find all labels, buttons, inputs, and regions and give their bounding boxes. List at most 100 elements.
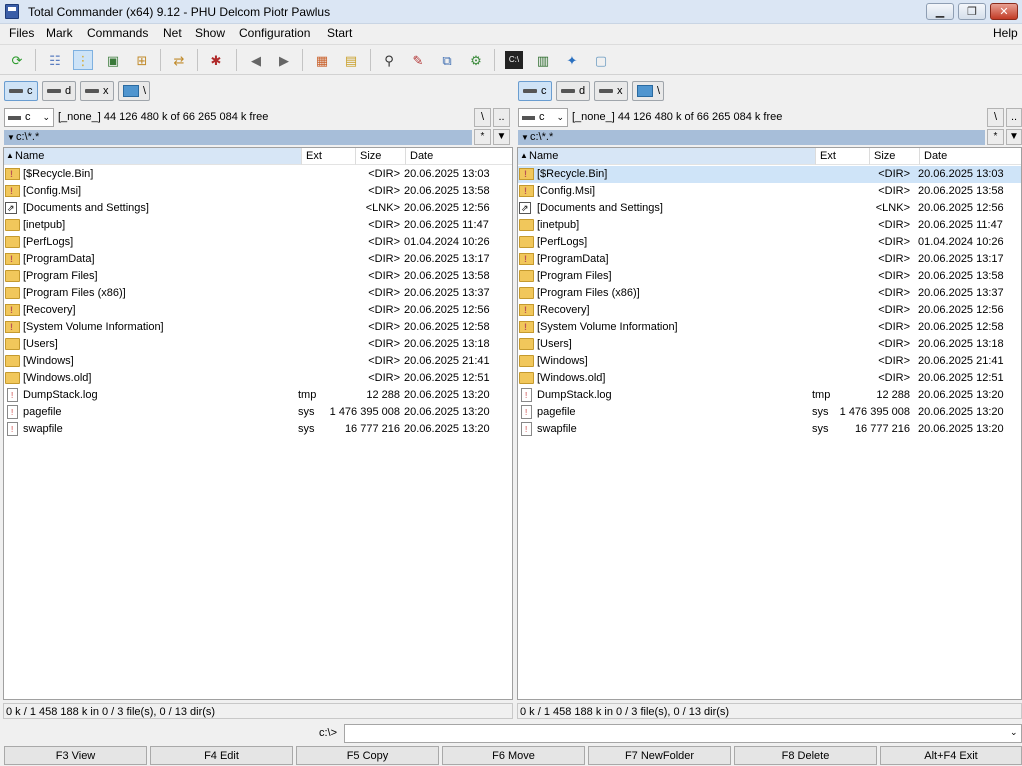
file-row[interactable]: swapfile sys 16 777 216 20.06.2025 13:20 xyxy=(518,421,1021,438)
column-header-date[interactable]: Date xyxy=(405,148,512,165)
f3-view-button[interactable]: F3 View xyxy=(4,746,147,765)
right-network-button[interactable]: \ xyxy=(632,81,664,101)
column-header-size[interactable]: Size xyxy=(355,148,405,165)
maximize-button[interactable]: ❐ xyxy=(958,3,986,20)
f7-newfolder-button[interactable]: F7 NewFolder xyxy=(588,746,731,765)
menu-commands[interactable]: Commands xyxy=(87,26,148,40)
f6-move-button[interactable]: F6 Move xyxy=(442,746,585,765)
right-drive-c-button[interactable]: c xyxy=(518,81,552,101)
file-row[interactable]: DumpStack.logtmp12 28820.06.2025 13:20 xyxy=(4,387,512,404)
right-favorites-button[interactable]: * xyxy=(987,129,1004,145)
file-row[interactable]: [Program Files (x86)] <DIR> 20.06.2025 13:… xyxy=(518,285,1021,302)
f4-edit-button[interactable]: F4 Edit xyxy=(150,746,293,765)
file-row[interactable]: [Config.Msi] <DIR> 20.06.2025 13:58 xyxy=(4,183,512,200)
back-icon[interactable]: ◀ xyxy=(247,51,265,69)
menu-configuration[interactable]: Configuration xyxy=(239,26,310,40)
file-row[interactable]: [Program Files] <DIR> 20.06.2025 13:58 xyxy=(4,268,512,285)
left-network-button[interactable]: \ xyxy=(118,81,150,101)
file-row[interactable]: [PerfLogs] <DIR> 01.04.2024 10:26 xyxy=(518,234,1021,251)
network-icon[interactable]: ▥ xyxy=(534,51,552,69)
left-file-panel[interactable]: ▲Name Ext Size Date [$Recycle.Bin] <DIR> 2… xyxy=(3,147,513,700)
file-row[interactable]: [$Recycle.Bin] <DIR> 20.06.2025 13:03 xyxy=(4,166,512,183)
menu-help[interactable]: Help xyxy=(993,26,1018,40)
file-row[interactable]: [ProgramData] <DIR> 20.06.2025 13:17 xyxy=(4,251,512,268)
file-row[interactable]: [PerfLogs] <DIR> 01.04.2024 10:26 xyxy=(4,234,512,251)
file-row[interactable]: pagefile sys 1 476 395 008 20.06.2025 13:20 xyxy=(4,404,512,421)
column-header-ext[interactable]: Ext xyxy=(301,148,355,165)
file-row[interactable]: [Windows] <DIR> 20.06.2025 21:41 xyxy=(4,353,512,370)
close-button[interactable]: ✕ xyxy=(990,3,1018,20)
file-row[interactable]: [Documents and Settings] <LNK> 20.06.2025 … xyxy=(518,200,1021,217)
file-row[interactable]: [Program Files (x86)] <DIR> 20.06.2025 13:… xyxy=(4,285,512,302)
menu-start[interactable]: Start xyxy=(327,26,352,40)
f5-copy-button[interactable]: F5 Copy xyxy=(296,746,439,765)
settings-icon[interactable]: ✦ xyxy=(563,51,581,69)
column-header-size[interactable]: Size xyxy=(869,148,919,165)
file-row[interactable]: swapfile sys 16 777 216 20.06.2025 13:20 xyxy=(4,421,512,438)
file-row[interactable]: [Windows.old] <DIR> 20.06.2025 12:51 xyxy=(518,370,1021,387)
menu-show[interactable]: Show xyxy=(195,26,225,40)
f8-delete-button[interactable]: F8 Delete xyxy=(734,746,877,765)
pack-icon[interactable]: ▦ xyxy=(313,51,331,69)
left-favorites-button[interactable]: * xyxy=(474,129,491,145)
file-row[interactable]: [Users] <DIR> 20.06.2025 13:18 xyxy=(4,336,512,353)
right-path-bar[interactable]: ▼ c:\*.* xyxy=(518,130,985,145)
file-row[interactable]: [ProgramData] <DIR> 20.06.2025 13:17 xyxy=(518,251,1021,268)
rename-tool-icon[interactable]: ✎ xyxy=(409,51,427,69)
left-drive-x-button[interactable]: x xyxy=(80,81,114,101)
column-header-name[interactable]: ▲ Name xyxy=(4,148,301,165)
file-row[interactable]: [Recovery] <DIR> 20.06.2025 12:56 xyxy=(4,302,512,319)
minimize-button[interactable]: ▁ xyxy=(926,3,954,20)
menu-net[interactable]: Net xyxy=(163,26,182,40)
left-drive-select[interactable]: c ⌄ xyxy=(4,108,54,127)
file-row[interactable]: [inetpub] <DIR> 20.06.2025 11:47 xyxy=(518,217,1021,234)
notepad-icon[interactable]: ▢ xyxy=(592,51,610,69)
menu-mark[interactable]: Mark xyxy=(46,26,73,40)
forward-icon[interactable]: ▶ xyxy=(275,51,293,69)
file-row[interactable]: [Documents and Settings] <LNK> 20.06.2025 … xyxy=(4,200,512,217)
command-line-input[interactable] xyxy=(344,724,1022,743)
find-icon[interactable]: ⚲ xyxy=(380,51,398,69)
file-row[interactable]: [Program Files] <DIR> 20.06.2025 13:58 xyxy=(518,268,1021,285)
right-file-panel[interactable]: ▲Name Ext Size Date [$Recycle.Bin] <DIR> 2… xyxy=(517,147,1022,700)
invert-selection-icon[interactable]: ⇄ xyxy=(170,51,188,69)
file-row[interactable]: DumpStack.logtmp12 28820.06.2025 13:20 xyxy=(518,387,1021,404)
left-up-button[interactable]: .. xyxy=(493,108,510,127)
left-drive-c-button[interactable]: c xyxy=(4,81,38,101)
ftp-icon[interactable]: ⚙ xyxy=(467,51,485,69)
column-header-name[interactable]: ▲ Name xyxy=(518,148,815,165)
thumbnails-icon[interactable]: ▣ xyxy=(104,51,122,69)
file-row[interactable]: pagefile sys 1 476 395 008 20.06.2025 13:20 xyxy=(518,404,1021,421)
alt-f4-exit-button[interactable]: Alt+F4 Exit xyxy=(880,746,1022,765)
detailed-view-icon[interactable]: ⋮ xyxy=(73,50,93,70)
left-path-bar[interactable]: ▼ c:\*.* xyxy=(4,130,472,145)
right-root-button[interactable]: \ xyxy=(987,108,1004,127)
file-row[interactable]: [System Volume Information] <DIR> 20.06.20… xyxy=(4,319,512,336)
left-history-button[interactable]: ▼ xyxy=(493,129,510,145)
file-row[interactable]: [$Recycle.Bin] <DIR> 20.06.2025 13:03 xyxy=(518,166,1021,183)
tree-view-icon[interactable]: ⊞ xyxy=(133,51,151,69)
chevron-down-icon[interactable]: ⌄ xyxy=(1010,727,1018,738)
file-row[interactable]: [System Volume Information] <DIR> 20.06.20… xyxy=(518,319,1021,336)
file-row[interactable]: [Recovery] <DIR> 20.06.2025 12:56 xyxy=(518,302,1021,319)
column-header-ext[interactable]: Ext xyxy=(815,148,869,165)
file-row[interactable]: [Windows] <DIR> 20.06.2025 21:41 xyxy=(518,353,1021,370)
right-drive-x-button[interactable]: x xyxy=(594,81,628,101)
magic-select-icon[interactable]: ✱ xyxy=(207,51,225,69)
left-drive-d-button[interactable]: d xyxy=(42,81,76,101)
unpack-icon[interactable]: ▤ xyxy=(342,51,360,69)
right-up-button[interactable]: .. xyxy=(1006,108,1022,127)
file-row[interactable]: [Config.Msi] <DIR> 20.06.2025 13:58 xyxy=(518,183,1021,200)
cmd-prompt-icon[interactable]: C:\ xyxy=(505,51,523,69)
column-header-date[interactable]: Date xyxy=(919,148,1021,165)
refresh-icon[interactable]: ⟳ xyxy=(8,51,26,69)
menu-files[interactable]: Files xyxy=(9,26,34,40)
file-row[interactable]: [Users] <DIR> 20.06.2025 13:18 xyxy=(518,336,1021,353)
sync-dirs-icon[interactable]: ⧉ xyxy=(438,51,456,69)
file-row[interactable]: [Windows.old] <DIR> 20.06.2025 12:51 xyxy=(4,370,512,387)
right-history-button[interactable]: ▼ xyxy=(1006,129,1022,145)
right-drive-select[interactable]: c ⌄ xyxy=(518,108,568,127)
left-root-button[interactable]: \ xyxy=(474,108,491,127)
brief-view-icon[interactable]: ☷ xyxy=(46,51,64,69)
file-row[interactable]: [inetpub] <DIR> 20.06.2025 11:47 xyxy=(4,217,512,234)
